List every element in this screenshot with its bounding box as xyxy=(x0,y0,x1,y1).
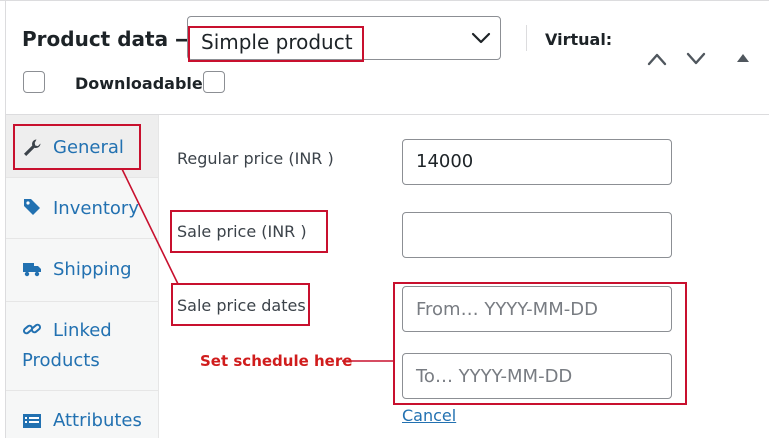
regular-price-label: Regular price (INR ) xyxy=(177,149,334,168)
annotation-box-sale-dates xyxy=(171,283,310,326)
sale-price-input[interactable] xyxy=(402,212,672,258)
tab-linked-label: Linked xyxy=(53,320,112,341)
annotation-box-general-tab xyxy=(13,124,141,170)
cancel-schedule-link[interactable]: Cancel xyxy=(402,406,456,425)
annotation-box-product-type xyxy=(188,26,364,62)
header-separator xyxy=(526,25,527,51)
tag-icon xyxy=(24,199,40,215)
link-icon xyxy=(22,323,42,335)
virtual-checkbox[interactable] xyxy=(23,71,45,93)
virtual-label: Virtual: xyxy=(545,30,613,49)
annotation-box-date-inputs xyxy=(393,282,687,405)
tab-attributes-label: Attributes xyxy=(53,410,142,431)
tab-inventory-label: Inventory xyxy=(53,198,139,219)
chevron-down-icon[interactable] xyxy=(470,30,492,46)
downloadable-label: Downloadable: xyxy=(75,74,210,93)
annotation-text: Set schedule here xyxy=(200,352,353,370)
tab-shipping-label: Shipping xyxy=(53,259,132,280)
tab-linked-label-line2: Products xyxy=(22,350,100,371)
annotation-box-sale-price xyxy=(170,210,328,253)
downloadable-checkbox[interactable] xyxy=(203,71,225,93)
regular-price-value: 14000 xyxy=(416,151,474,172)
move-down-icon[interactable] xyxy=(685,51,707,67)
panel-title: Product data — xyxy=(22,27,196,51)
collapse-toggle-icon[interactable] xyxy=(736,53,750,63)
move-up-icon[interactable] xyxy=(646,51,668,67)
list-icon xyxy=(23,414,41,428)
frame-top-border xyxy=(0,0,769,1)
truck-icon xyxy=(23,263,41,277)
